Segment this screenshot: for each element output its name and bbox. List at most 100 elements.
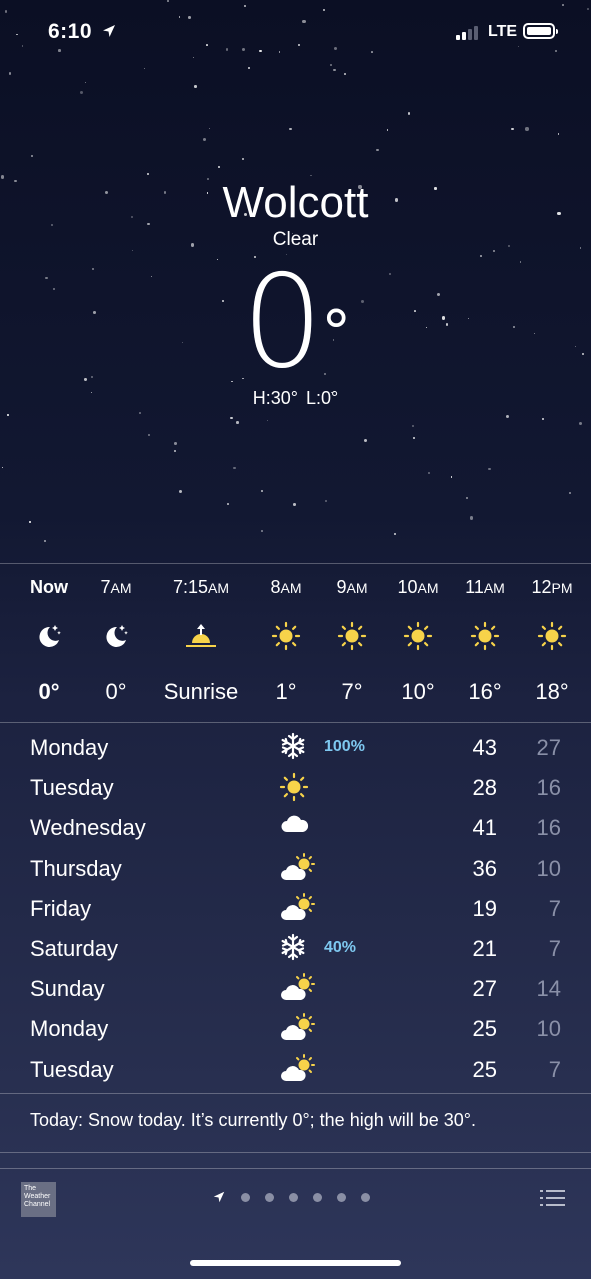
page-dot[interactable] [265, 1192, 274, 1202]
partly-cloudy-icon [279, 1053, 315, 1082]
star [202, 137, 206, 141]
hour-value: Sunrise [163, 679, 239, 704]
star [370, 50, 373, 53]
bottom-toolbar: The Weather Channel [0, 1170, 591, 1230]
low-temp: L:0° [306, 388, 339, 408]
daily-row: Thursday 36 10 [0, 848, 591, 888]
hour-value: 16° [468, 679, 502, 704]
degree-symbol: ° [321, 298, 351, 368]
location-arrow-icon [103, 25, 115, 37]
day-name: Friday [30, 895, 92, 921]
hour-label: 8AM [251, 577, 321, 598]
star [562, 3, 565, 6]
sun-icon [517, 621, 587, 657]
star [30, 155, 33, 158]
hour-label: 10AM [383, 577, 453, 598]
star [325, 499, 328, 502]
moon-stars-icon [81, 621, 151, 657]
star [587, 7, 589, 10]
day-low: 10 [536, 855, 561, 881]
hour-time: 8 [270, 577, 281, 597]
day-low: 10 [536, 1016, 561, 1042]
page-dot[interactable] [289, 1192, 298, 1202]
star [230, 416, 233, 420]
partly-cloudy-icon [279, 973, 315, 1001]
day-low: 16 [536, 815, 561, 841]
status-time: 6:10 [48, 20, 93, 43]
star [578, 421, 582, 426]
star [310, 174, 312, 177]
hour-time: 7 [100, 577, 111, 597]
day-high: 19 [472, 895, 497, 921]
page-dot[interactable] [241, 1192, 250, 1202]
star [209, 127, 211, 129]
hourly-forecast[interactable]: Now 0° 7AM 0° 7:15AM Sunrise 8AM 1° 9AM 7° 10AM 10°… [0, 565, 591, 723]
hour-time: 9 [336, 577, 347, 597]
star [84, 81, 86, 83]
star [243, 4, 246, 7]
day-high: 25 [472, 1016, 497, 1042]
hour-value: 18° [535, 679, 569, 704]
sun-icon [317, 621, 387, 657]
page-indicator[interactable] [212, 1190, 370, 1204]
star [469, 516, 474, 520]
list-icon[interactable] [540, 1188, 565, 1208]
star [225, 48, 229, 51]
sun-icon [251, 621, 321, 657]
star [261, 489, 264, 492]
star [407, 111, 411, 115]
star [7, 414, 9, 416]
divider [0, 1152, 591, 1153]
star [266, 420, 268, 422]
hour-value: 0° [105, 679, 127, 704]
divider [0, 563, 591, 564]
home-indicator[interactable] [190, 1260, 401, 1266]
hour-value: 7° [341, 679, 363, 704]
weather-channel-logo[interactable]: The Weather Channel [21, 1182, 56, 1217]
page-dot[interactable] [361, 1192, 370, 1202]
status-bar: 6:10 LTE [0, 20, 591, 46]
star [289, 127, 293, 131]
day-low: 16 [536, 775, 561, 801]
star [480, 255, 483, 258]
star [4, 10, 8, 13]
day-high: 28 [472, 775, 497, 801]
hour-time: 11 [465, 577, 484, 597]
day-name: Tuesday [30, 775, 114, 801]
hour-label: 9AM [317, 577, 387, 598]
star [554, 49, 557, 52]
precip-chance: 100% [324, 738, 365, 755]
daily-row: Wednesday 41 16 [0, 807, 591, 847]
day-high: 25 [472, 1056, 497, 1082]
temperature-value: 0 [241, 248, 323, 397]
star [557, 133, 560, 135]
day-name: Sunday [30, 976, 105, 1002]
star [173, 442, 177, 446]
star [488, 467, 491, 471]
hour-label: Now [14, 577, 84, 598]
day-low: 7 [548, 1056, 561, 1082]
star [525, 127, 529, 131]
star [278, 51, 281, 54]
star [147, 433, 150, 436]
star [139, 412, 141, 415]
star [188, 16, 191, 19]
star [247, 66, 251, 70]
moon-stars-icon [14, 621, 84, 657]
partly-cloudy-icon [279, 852, 315, 881]
hour-label: 7:15AM [151, 577, 251, 598]
star [242, 47, 246, 51]
page-dot[interactable] [313, 1192, 322, 1202]
day-name: Saturday [30, 935, 119, 961]
star [413, 436, 416, 440]
star [386, 129, 389, 131]
day-name: Wednesday [30, 815, 146, 841]
page-dot[interactable] [337, 1192, 346, 1202]
star [241, 157, 245, 161]
star [192, 56, 195, 58]
star [58, 48, 62, 52]
star [334, 47, 338, 51]
star [217, 165, 221, 169]
hour-value: 10° [401, 679, 435, 704]
star [178, 16, 181, 18]
